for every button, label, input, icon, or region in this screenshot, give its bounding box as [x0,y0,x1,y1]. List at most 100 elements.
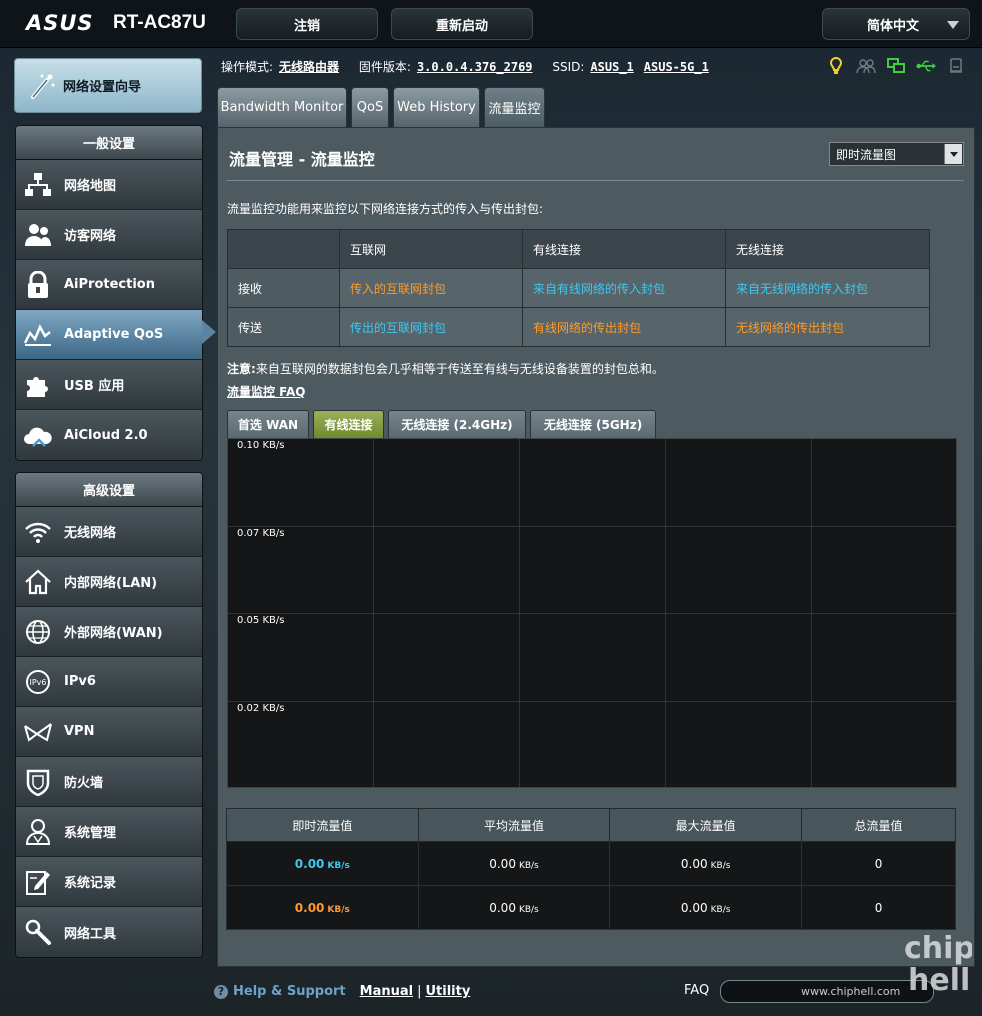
sidebar-item-lan[interactable]: 内部网络(LAN) [16,557,202,607]
network-status-icon[interactable] [886,57,906,75]
sidebar-item-aiprotection[interactable]: AiProtection [16,260,202,310]
advanced-settings-group: 高级设置 无线网络 内部网络(LAN) 外部网络(WAN) IPv6 IPv6 … [15,472,203,958]
description-text: 流量监控功能用来监控以下网络连接方式的传入与传出封包: [227,202,544,216]
log-icon [23,867,53,897]
stats-header-total: 总流量值 [801,808,956,842]
graph-scale-label: 0.05 KB/s [237,615,285,626]
subtab-wireless-5ghz[interactable]: 无线连接 (5GHz) [530,410,656,438]
top-header: ASUS RT-AC87U 注销 重新启动 简体中文 [0,0,982,48]
reboot-button[interactable]: 重新启动 [391,8,533,40]
logout-button[interactable]: 注销 [236,8,378,40]
sidebar-item-label: USB 应用 [64,379,125,394]
sidebar-item-label: 网络地图 [64,179,117,194]
svg-text:chip: chip [904,931,972,966]
tab-traffic-monitor[interactable]: 流量监控 [484,87,545,127]
note-body: 来自互联网的数据封包会几乎相等于传送至有线与无线设备装置的封包总和。 [255,362,664,376]
main-panel: 流量管理 - 流量监控 即时流量图 流量监控功能用来监控以下网络连接方式的传入与… [217,127,975,967]
graph-scale-label: 0.07 KB/s [237,528,285,539]
firmware-version-link[interactable]: 3.0.0.4.376_2769 [417,60,533,74]
wizard-label: 网络设置向导 [63,80,142,95]
lock-icon [23,270,53,300]
cloud-icon [23,420,53,450]
sidebar-item-wireless[interactable]: 无线网络 [16,507,202,557]
note-label: 注意: [227,362,256,376]
stats-current-value: 0.00 KB/s [226,885,419,930]
language-select[interactable]: 简体中文 [822,8,970,40]
legend-row-label: 传送 [227,307,340,347]
sidebar-item-system-log[interactable]: 系统记录 [16,857,202,907]
chevron-down-icon [947,21,959,29]
page-title: 流量管理 - 流量监控 [229,150,375,169]
sidebar-item-label: IPv6 [64,674,96,689]
utility-link[interactable]: Utility [425,984,470,999]
clients-icon[interactable] [856,57,876,75]
puzzle-icon [23,370,53,400]
sidebar-item-label: 防火墙 [64,776,104,791]
sidebar-item-ipv6[interactable]: IPv6 IPv6 [16,657,202,707]
tab-web-history[interactable]: Web History [393,87,480,127]
chiphell-watermark: chip hell [902,928,975,1004]
sidebar-item-vpn[interactable]: VPN [16,707,202,757]
sidebar-item-wan[interactable]: 外部网络(WAN) [16,607,202,657]
grid-line [519,439,520,787]
advanced-settings-title: 高级设置 [16,473,202,507]
network-map-icon [23,170,53,200]
sidebar-item-adaptive-qos[interactable]: Adaptive QoS [16,310,202,360]
subtab-wired[interactable]: 有线连接 [313,410,384,438]
asus-logo: ASUS [26,11,94,35]
ssid-label: SSID: [552,60,585,74]
subtab-primary-wan[interactable]: 首选 WAN [227,410,309,438]
operation-mode-link[interactable]: 无线路由器 [279,60,339,74]
chevron-down-icon [944,144,962,164]
grid-line [373,439,374,787]
stats-header-current: 即时流量值 [226,808,419,842]
sidebar-item-label: 访客网络 [64,229,117,244]
printer-icon[interactable] [946,57,966,75]
tab-qos[interactable]: QoS [351,87,389,127]
sidebar-item-guest-network[interactable]: 访客网络 [16,210,202,260]
sidebar-item-network-map[interactable]: 网络地图 [16,160,202,210]
status-icons [826,57,966,75]
subtab-wireless-24ghz[interactable]: 无线连接 (2.4GHz) [388,410,526,438]
home-icon [23,567,53,597]
view-mode-value: 即时流量图 [836,147,897,162]
usb-icon[interactable] [916,57,936,75]
faq-label: FAQ [684,983,710,998]
sidebar-item-aicloud[interactable]: AiCloud 2.0 [16,410,202,460]
general-settings-group: 一般设置 网络地图 访客网络 AiProtection Adaptive QoS… [15,125,203,461]
legend-row-receive: 接收 传入的互联网封包 来自有线网络的传入封包 来自无线网络的传入封包 [227,268,930,308]
legend-header-empty [227,229,340,269]
bulb-icon[interactable] [826,57,846,75]
stats-average-value: 0.00 KB/s [417,885,611,930]
sidebar-item-firewall[interactable]: 防火墙 [16,757,202,807]
qos-icon [23,320,53,350]
svg-text:IPv6: IPv6 [29,678,46,687]
tab-bandwidth-monitor[interactable]: Bandwidth Monitor [217,87,347,127]
sidebar-item-label: 网络工具 [64,926,117,942]
sidebar-item-label: 系统记录 [64,876,117,891]
globe-icon [23,617,53,647]
sidebar-item-network-tools[interactable]: 网络工具 [16,907,202,957]
stats-current-value: 0.00 KB/s [226,841,419,886]
help-support-label: Help & Support [233,984,346,999]
network-setup-wizard-button[interactable]: 网络设置向导 [14,58,202,113]
sidebar-item-usb[interactable]: USB 应用 [16,360,202,410]
legend-header-wireless: 无线连接 [725,229,930,269]
note-text: 注意:来自互联网的数据封包会几乎相等于传送至有线与无线设备装置的封包总和。 [227,360,664,377]
ssid-5g-link[interactable]: ASUS-5G_1 [644,60,709,74]
grid-line [228,613,956,614]
manual-link[interactable]: Manual [360,984,413,999]
magic-wand-icon [27,71,57,101]
ssid-24g-link[interactable]: ASUS_1 [590,60,633,74]
footer-help: ? Help & Support Manual | Utility [214,984,470,999]
view-mode-select[interactable]: 即时流量图 [829,142,964,166]
operation-mode-label: 操作模式: [221,60,274,74]
help-icon: ? [214,984,228,999]
admin-icon [23,817,53,847]
sidebar-item-administration[interactable]: 系统管理 [16,807,202,857]
stats-row-send: 0.00 KB/s 0.00 KB/s 0.00 KB/s 0 [226,885,956,930]
stats-max-value: 0.00 KB/s [609,885,803,930]
traffic-monitor-faq-link[interactable]: 流量监控 FAQ [227,383,306,400]
tools-icon [23,917,53,947]
shield-icon [23,767,53,797]
